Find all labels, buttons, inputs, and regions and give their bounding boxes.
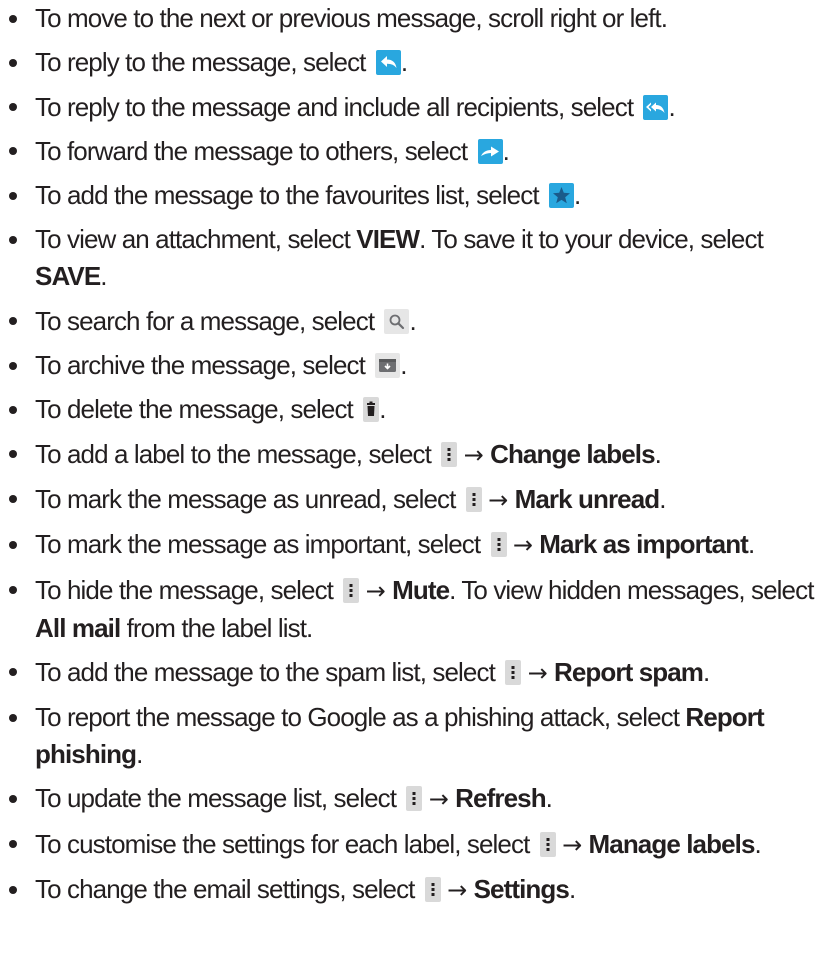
- item-text-end: .: [703, 656, 710, 687]
- list-item: To move to the next or previous message,…: [0, 0, 828, 37]
- menu-option: Report spam: [554, 656, 704, 687]
- list-item: To report the message to Google as a phi…: [0, 699, 828, 773]
- item-text-end: .: [747, 529, 755, 560]
- item-text: To reply to the message, select: [35, 47, 372, 78]
- arrow-separator: →: [463, 440, 484, 469]
- item-text: To customise the settings for each label…: [35, 828, 536, 859]
- item-text-end: .: [400, 350, 407, 381]
- list-item: To archive the message, select .: [0, 347, 828, 384]
- list-item: To search for a message, select .: [0, 303, 828, 340]
- trash-icon: [363, 397, 380, 423]
- item-text-end: from the label list.: [120, 612, 314, 643]
- item-text-end: .: [659, 483, 666, 514]
- arrow-separator: →: [428, 785, 449, 814]
- list-item: To reply to the message and include all …: [0, 89, 828, 126]
- item-text: To view an attachment, select: [35, 224, 357, 255]
- item-text: To mark the message as unread, select: [35, 483, 462, 514]
- list-item: To reply to the message, select .: [0, 44, 828, 81]
- list-item: To delete the message, select .: [0, 391, 828, 428]
- item-text: To delete the message, select: [35, 394, 360, 425]
- item-text-middle: . To save it to your device, select: [419, 224, 764, 255]
- item-text-end: .: [136, 739, 143, 770]
- item-text-end: .: [654, 438, 662, 469]
- search-icon: [384, 308, 410, 334]
- item-text-end: .: [754, 828, 762, 859]
- list-item: To add a label to the message, select → …: [0, 436, 828, 474]
- arrow-separator: →: [527, 658, 548, 687]
- list-item: To add the message to the favourites lis…: [0, 177, 828, 214]
- item-text-middle: . To view hidden messages, select: [449, 574, 814, 605]
- button-name-view: VIEW: [356, 224, 420, 255]
- more-options-icon: [441, 441, 458, 467]
- menu-option: Settings: [473, 874, 570, 905]
- menu-option: Manage labels: [588, 828, 756, 859]
- item-text-end: .: [502, 135, 510, 166]
- item-text: To change the email settings, select: [35, 874, 421, 905]
- star-icon: [548, 183, 574, 209]
- reply-icon: [375, 50, 401, 76]
- label-name-all-mail: All mail: [35, 612, 121, 643]
- list-item: To customise the settings for each label…: [0, 826, 828, 864]
- item-text: To hide the message, select: [35, 574, 340, 605]
- item-text: To report the message to Google as a phi…: [35, 702, 686, 733]
- item-text: To add a label to the message, select: [35, 438, 438, 469]
- item-text-end: .: [100, 261, 107, 292]
- list-item: To hide the message, select → Mute. To v…: [0, 572, 828, 647]
- forward-icon: [477, 138, 503, 164]
- menu-option: Mute: [392, 574, 450, 605]
- more-options-icon: [539, 831, 556, 857]
- list-item: To update the message list, select → Ref…: [0, 780, 828, 818]
- list-item: To forward the message to others, select…: [0, 133, 828, 170]
- more-options-icon: [505, 659, 522, 685]
- item-text: To add the message to the spam list, sel…: [35, 656, 502, 687]
- arrow-separator: →: [512, 531, 533, 560]
- item-text-end: .: [573, 180, 581, 211]
- item-text-end: .: [400, 47, 408, 78]
- more-options-icon: [424, 877, 441, 903]
- item-text: To forward the message to others, select: [35, 135, 474, 166]
- list-item: To add the message to the spam list, sel…: [0, 654, 828, 692]
- menu-option: Mark as important: [539, 529, 749, 560]
- list-item: To view an attachment, select VIEW. To s…: [0, 221, 828, 295]
- reply-all-icon: [643, 94, 669, 120]
- item-text: To search for a message, select: [35, 305, 381, 336]
- instruction-list: To move to the next or previous message,…: [0, 0, 828, 916]
- item-text-end: .: [409, 305, 416, 336]
- button-name-save: SAVE: [35, 261, 101, 292]
- item-text: To mark the message as important, select: [35, 529, 487, 560]
- arrow-separator: →: [562, 830, 583, 859]
- item-text: To archive the message, select: [35, 350, 372, 381]
- menu-option: Mark unread: [514, 483, 661, 514]
- menu-option: Refresh: [455, 783, 546, 814]
- more-options-icon: [465, 486, 482, 512]
- archive-icon: [375, 353, 401, 379]
- item-text: To reply to the message and include all …: [35, 91, 640, 122]
- menu-option: Change labels: [490, 438, 655, 469]
- item-text-end: .: [545, 783, 553, 814]
- more-options-icon: [406, 786, 423, 812]
- item-text-end: .: [668, 91, 675, 122]
- item-text: To add the message to the favourites lis…: [35, 180, 545, 211]
- arrow-separator: →: [488, 485, 509, 514]
- arrow-separator: →: [447, 876, 468, 905]
- item-text-end: .: [379, 394, 386, 425]
- more-options-icon: [490, 532, 507, 558]
- list-item: To change the email settings, select → S…: [0, 871, 828, 909]
- item-text: To update the message list, select: [35, 783, 403, 814]
- list-item: To mark the message as important, select…: [0, 526, 828, 564]
- item-text-end: .: [568, 874, 576, 905]
- list-item: To mark the message as unread, select → …: [0, 481, 828, 519]
- arrow-separator: →: [365, 576, 386, 605]
- more-options-icon: [343, 577, 360, 603]
- item-text: To move to the next or previous message,…: [35, 3, 668, 33]
